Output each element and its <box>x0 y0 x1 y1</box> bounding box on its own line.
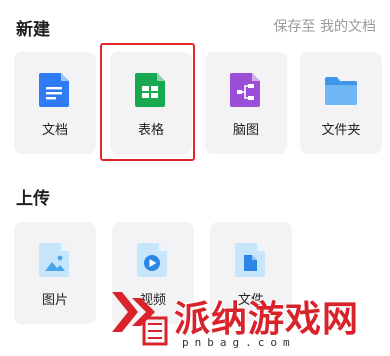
doc-icon <box>39 73 69 107</box>
upload-video-button[interactable]: 视频 <box>112 222 194 324</box>
new-mindmap-button[interactable]: 脑图 <box>205 52 287 154</box>
file-icon <box>235 243 265 277</box>
new-mindmap-label: 脑图 <box>232 123 259 138</box>
watermark-url: pnbag.com <box>182 336 296 349</box>
new-doc-label: 文档 <box>41 123 68 138</box>
sheet-icon <box>135 73 165 107</box>
new-sheet-button[interactable]: 表格 <box>110 52 192 154</box>
new-section-title: 新建 <box>16 20 50 40</box>
upload-file-button[interactable]: 文件 <box>210 222 292 324</box>
mindmap-icon <box>230 73 260 107</box>
new-sheet-label: 表格 <box>137 123 164 138</box>
save-location-link[interactable]: 保存至 我的文档 <box>274 16 376 36</box>
upload-file-label: 文件 <box>237 293 264 308</box>
folder-icon <box>325 77 357 105</box>
new-folder-button[interactable]: 文件夹 <box>300 52 382 154</box>
image-file-icon <box>39 243 69 277</box>
upload-image-label: 图片 <box>41 293 68 308</box>
upload-image-button[interactable]: 图片 <box>14 222 96 324</box>
video-file-icon <box>137 243 167 277</box>
upload-video-label: 视频 <box>139 293 166 308</box>
upload-section-title: 上传 <box>16 189 50 209</box>
new-doc-button[interactable]: 文档 <box>14 52 96 154</box>
new-folder-label: 文件夹 <box>321 123 361 138</box>
